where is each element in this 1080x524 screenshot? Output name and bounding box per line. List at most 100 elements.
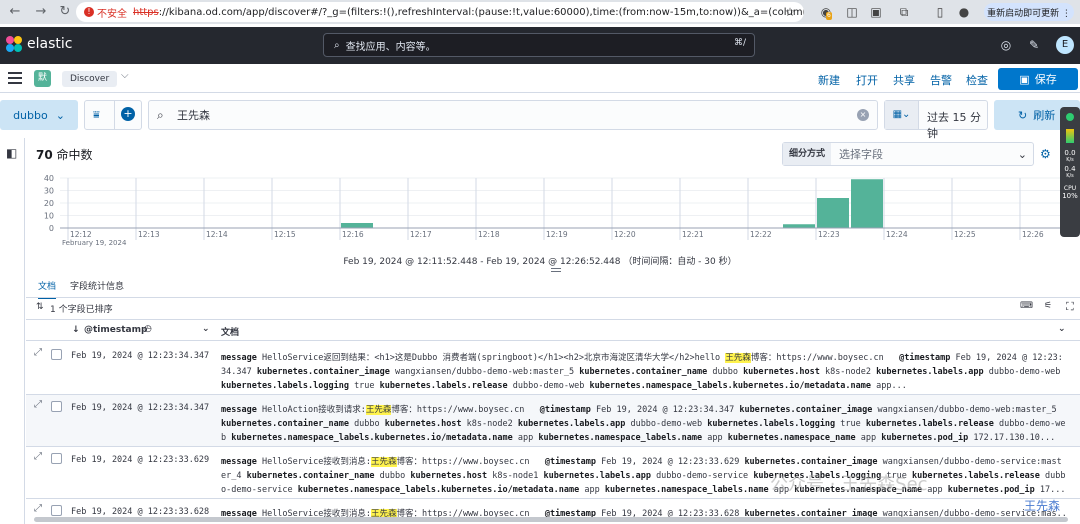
status-dot	[1066, 113, 1074, 121]
tab-documents[interactable]: 文档	[38, 279, 57, 299]
field-value: Feb 19, 2024 @ 12:23:33.629	[601, 457, 740, 467]
breakdown-placeholder: 选择字段	[839, 148, 884, 161]
add-filter-icon[interactable]: +	[121, 107, 135, 121]
histogram-bar[interactable]	[851, 179, 883, 228]
field-value: app	[707, 433, 723, 443]
chart-time-range: Feb 19, 2024 @ 12:11:52.448 - Feb 19, 20…	[343, 257, 737, 267]
expand-icon[interactable]: ⤢	[34, 399, 42, 410]
field-value: dubbo-demo-web	[512, 381, 585, 391]
open-link[interactable]: 打开	[856, 72, 878, 88]
field-key: kubernetes.namespace_labels.name	[538, 433, 703, 443]
news-icon[interactable]: ✎	[1026, 37, 1042, 53]
field-key: kubernetes.labels.logging	[707, 419, 836, 429]
field-value: wangxiansen/dubbo-demo-web:master_5	[395, 367, 575, 377]
horizontal-scrollbar[interactable]	[34, 517, 1068, 522]
search-icon: ⌕	[157, 108, 164, 122]
breadcrumb[interactable]: Discover	[62, 71, 118, 87]
sort-label[interactable]: 1 个字段已排序	[50, 302, 113, 315]
field-key: kubernetes.labels.release	[379, 381, 508, 391]
sidepanel-icon[interactable]: ▯	[932, 4, 948, 20]
breakdown-select[interactable]: 细分方式 选择字段 ⌄	[782, 142, 1034, 166]
row-checkbox[interactable]	[51, 401, 62, 412]
keyboard-icon[interactable]: ⌨	[1020, 301, 1033, 311]
new-link[interactable]: 新建	[818, 72, 840, 88]
extension-icon[interactable]: ◉6	[818, 4, 834, 20]
extension-icon-2[interactable]: ◫	[844, 4, 860, 20]
elastic-logo[interactable]: elastic	[6, 36, 72, 52]
profile-icon[interactable]: ●	[956, 4, 972, 20]
chart-options-icon[interactable]: ⚙	[1040, 147, 1051, 161]
reload-icon[interactable]: ↻	[54, 4, 76, 19]
filter-menu-icon[interactable]: ⩸	[93, 108, 100, 122]
histogram-bar[interactable]	[783, 224, 815, 228]
tab-field-statistics[interactable]: 字段统计信息	[70, 279, 124, 299]
field-key: @timestamp	[899, 353, 951, 363]
row-checkbox[interactable]	[51, 505, 62, 516]
field-value: k8s-node2	[466, 419, 513, 429]
global-search-input[interactable]: ⌕ 查找应用、内容等。 ⌘/	[323, 33, 755, 57]
x-tick-label: 12:23	[818, 230, 840, 239]
global-search-placeholder: 查找应用、内容等。	[345, 41, 436, 53]
field-value: app	[860, 433, 877, 443]
brand-name: elastic	[27, 36, 73, 52]
space-avatar[interactable]: 默	[34, 70, 51, 87]
x-tick-label: 12:17	[410, 230, 432, 239]
expand-icon[interactable]: ⤢	[34, 503, 42, 514]
extension-icon-3[interactable]: ▣	[868, 4, 884, 20]
histogram-bar[interactable]	[817, 198, 849, 228]
data-view-picker[interactable]: dubbo ⌄	[0, 100, 78, 130]
chevron-down-icon[interactable]: ⌄	[1058, 324, 1066, 334]
field-key: kubernetes.host	[743, 367, 820, 377]
forward-icon[interactable]: →	[30, 4, 52, 19]
extension-badge: 6	[826, 12, 832, 20]
field-key: kubernetes.host	[410, 471, 488, 481]
display-settings-icon[interactable]: ⚟	[1044, 301, 1052, 311]
row-timestamp: Feb 19, 2024 @ 12:23:33.628	[71, 507, 210, 517]
expand-icon[interactable]: ⤢	[34, 347, 42, 358]
address-bar[interactable]: ! 不安全 https://kibana.od.com/app/discover#…	[76, 2, 804, 22]
sidebar-toggle-icon[interactable]: ◧	[6, 146, 17, 160]
field-key: kubernetes.namespace_labels.kubernetes.i…	[297, 485, 580, 495]
x-tick-label: 12:19	[546, 230, 568, 239]
calendar-icon[interactable]: ▦⌄	[885, 101, 919, 129]
alerts-link[interactable]: 告警	[930, 72, 952, 88]
query-input[interactable]: ⌕ 王先森 ×	[148, 100, 878, 130]
fullscreen-icon[interactable]: ⛶	[1066, 300, 1074, 314]
hits-number: 70	[36, 148, 53, 162]
chevron-down-icon[interactable]: ⌵	[121, 70, 129, 81]
resize-handle[interactable]	[551, 268, 561, 272]
watermark-corner: 王先森	[1024, 499, 1061, 513]
inspect-link[interactable]: 检查	[966, 72, 988, 88]
search-shortcut: ⌘/	[733, 38, 746, 48]
avatar[interactable]: E	[1056, 36, 1074, 54]
x-tick-label: 12:20	[614, 230, 636, 239]
expand-icon[interactable]: ⤢	[34, 451, 42, 462]
row-checkbox[interactable]	[51, 453, 62, 464]
msg-pre: HelloService接收到消息:	[261, 457, 371, 467]
time-picker[interactable]: ▦⌄ 过去 15 分钟	[884, 100, 988, 140]
security-warning[interactable]: ! 不安全	[84, 5, 127, 20]
back-icon[interactable]: ←	[4, 4, 26, 19]
msg-post: 博客：https://www.boysec.cn	[391, 405, 525, 415]
clear-icon[interactable]: ×	[857, 109, 869, 121]
column-document[interactable]: 文档	[221, 325, 239, 338]
menu-icon[interactable]	[8, 72, 22, 84]
bookmark-star-icon[interactable]: ☆	[782, 4, 798, 20]
sort-desc-icon[interactable]: ↓	[72, 325, 80, 335]
chevron-down-icon[interactable]: ⌄	[202, 324, 210, 334]
sort-icon[interactable]: ⇅	[36, 302, 44, 312]
histogram-bar[interactable]	[341, 223, 373, 228]
filter-buttons: ⩸ +	[84, 100, 142, 130]
update-button[interactable]: 重新启动即可更新 ⋮	[984, 3, 1074, 21]
chevron-down-icon: ⌄	[1017, 148, 1027, 161]
save-button[interactable]: ▣ 保存	[998, 68, 1078, 90]
row-checkbox[interactable]	[51, 349, 62, 360]
x-subtitle: February 19, 2024	[62, 239, 127, 247]
puzzle-icon[interactable]: ⧉	[896, 4, 912, 20]
help-icon[interactable]: ◎	[998, 37, 1014, 53]
column-timestamp[interactable]: @timestamp	[84, 325, 147, 335]
field-value: dubbo-demo-web	[988, 367, 1061, 377]
cpu-value: 10%	[1062, 192, 1078, 200]
share-link[interactable]: 共享	[893, 72, 915, 88]
warning-icon: !	[84, 7, 94, 17]
